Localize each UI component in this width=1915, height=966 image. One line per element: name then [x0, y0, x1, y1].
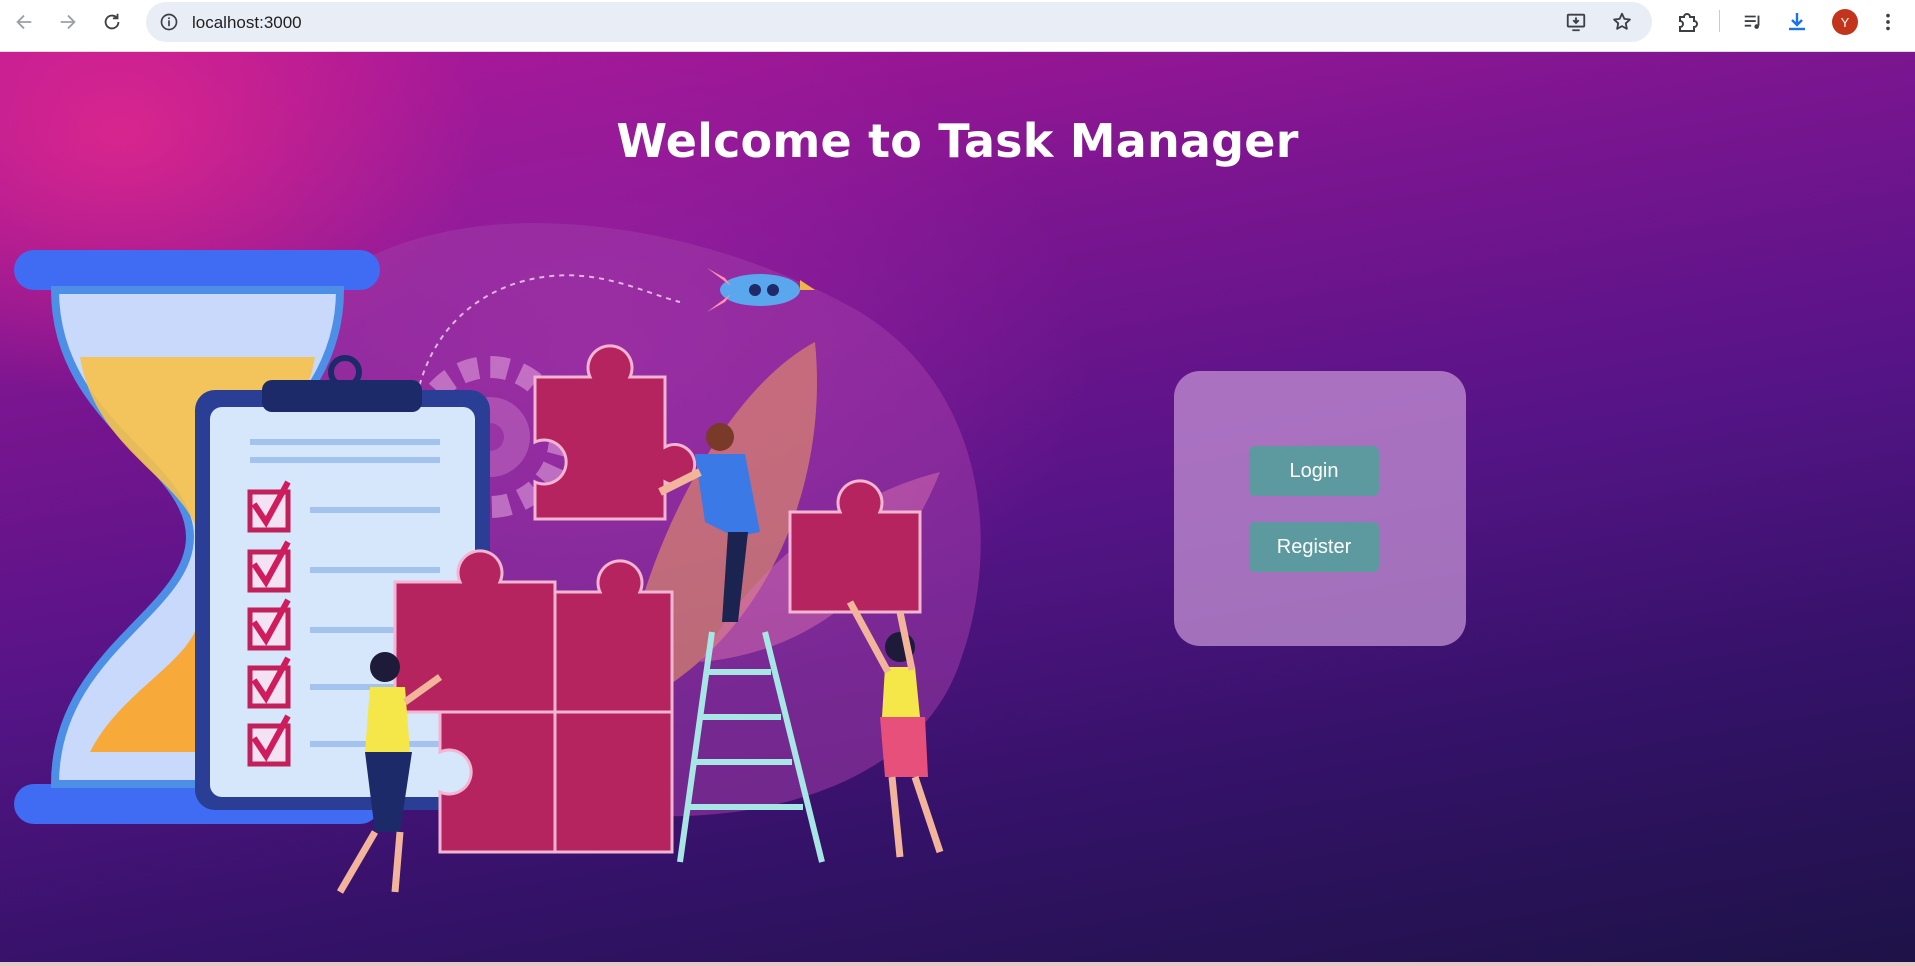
auth-card: Login Register	[1174, 371, 1466, 646]
forward-icon	[60, 14, 76, 30]
back-icon	[16, 14, 32, 30]
page-background: Welcome to Task Manager Login Register	[0, 52, 1915, 964]
bookmark-star-icon[interactable]	[1610, 10, 1634, 34]
install-app-icon[interactable]	[1564, 10, 1588, 34]
url-text: localhost:3000	[192, 13, 302, 32]
forward-button[interactable]	[48, 2, 88, 42]
page-bottom-edge	[0, 962, 1915, 966]
media-controls-icon[interactable]	[1739, 8, 1767, 36]
address-bar[interactable]: localhost:3000	[146, 2, 1652, 42]
login-button[interactable]: Login	[1249, 446, 1379, 496]
site-info-icon[interactable]	[158, 11, 180, 33]
task-illustration	[14, 223, 981, 894]
register-button[interactable]: Register	[1249, 522, 1379, 572]
back-button[interactable]	[4, 2, 44, 42]
reload-icon	[104, 13, 120, 30]
browser-toolbar: localhost:3000 Y	[0, 0, 1915, 52]
reload-button[interactable]	[92, 2, 132, 42]
downloads-icon[interactable]	[1783, 8, 1811, 36]
toolbar-divider	[1719, 10, 1720, 32]
page-title: Welcome to Task Manager	[616, 114, 1299, 168]
menu-kebab-icon[interactable]	[1874, 8, 1902, 36]
profile-avatar[interactable]: Y	[1832, 9, 1858, 35]
extensions-icon[interactable]	[1673, 8, 1701, 36]
